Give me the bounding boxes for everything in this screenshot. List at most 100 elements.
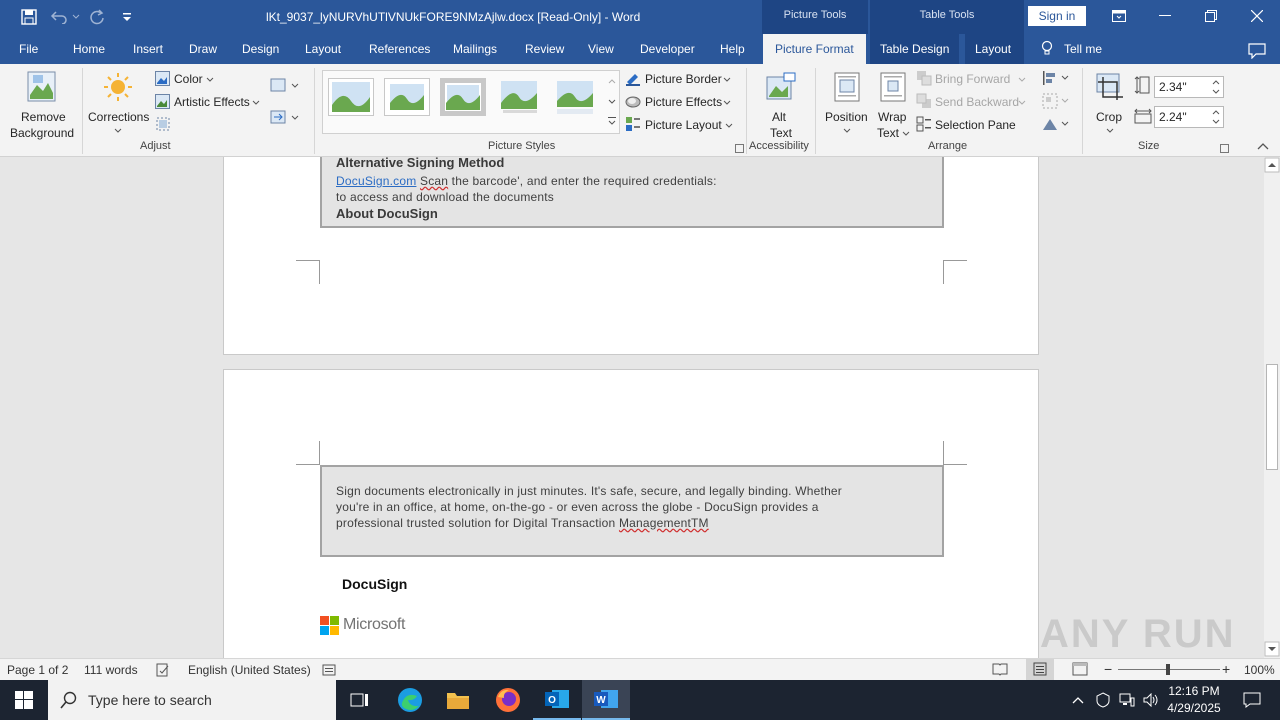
taskbar-word[interactable]: W [582,680,630,720]
proofing-icon[interactable] [156,663,170,677]
size-dialog-launcher-icon[interactable] [1220,144,1229,153]
scroll-down-icon[interactable] [1264,641,1280,657]
scroll-up-icon[interactable] [1264,157,1280,173]
gallery-more-icon[interactable] [606,112,618,130]
redo-icon[interactable] [84,5,110,29]
shape-height-value: 2.34" [1159,80,1187,94]
customize-qat-icon[interactable] [114,5,140,29]
task-view-button[interactable] [336,680,384,720]
crop-button[interactable]: Crop [1090,68,1130,138]
picture-effects-icon [625,96,641,108]
picture-style-1[interactable] [328,78,374,116]
shape-height-input[interactable]: 2.34" [1154,76,1224,98]
print-layout-button[interactable] [1026,659,1054,680]
tab-home[interactable]: Home [73,34,105,64]
close-icon[interactable] [1234,0,1280,32]
rotate-button[interactable] [1042,116,1072,134]
taskbar-clock[interactable]: 12:16 PM 4/29/2025 [1166,683,1222,717]
zoom-slider[interactable] [1118,664,1220,675]
page-indicator[interactable]: Page 1 of 2 [7,663,68,677]
tab-design[interactable]: Design [242,34,279,64]
taskbar-search-box[interactable]: Type here to search [48,680,336,720]
sign-in-button[interactable]: Sign in [1028,6,1086,26]
change-picture-button[interactable] [270,108,300,128]
zoom-level[interactable]: 100% [1244,663,1275,677]
gallery-scroll-down-icon[interactable] [606,92,618,110]
ribbon-display-options-icon[interactable] [1096,0,1142,32]
gallery-scroll-up-icon[interactable] [606,72,618,90]
tab-references[interactable]: References [369,34,430,64]
group-button[interactable] [1042,93,1072,111]
volume-icon[interactable] [1140,680,1162,720]
show-hidden-icons[interactable] [1066,680,1090,720]
picture-style-5[interactable] [552,78,598,116]
tab-help[interactable]: Help [720,34,745,64]
selection-pane-button[interactable]: Selection Pane [916,116,1028,134]
alt-text-label-2: Text [770,126,793,140]
send-backward-button[interactable]: Send Backward [916,93,1028,111]
scroll-thumb[interactable] [1266,364,1278,470]
tab-view[interactable]: View [588,34,614,64]
picture-styles-dialog-launcher-icon[interactable] [735,144,744,153]
position-button[interactable]: Position [822,68,872,138]
language-indicator[interactable]: English (United States) [188,663,311,677]
chevron-down-icon [902,131,910,136]
picture-style-thumbnail-icon [501,81,537,113]
undo-dropdown-icon[interactable] [70,5,82,29]
web-layout-icon[interactable] [1072,662,1088,676]
tab-table-design[interactable]: Table Design [870,34,960,64]
reset-picture-button[interactable] [157,116,158,117]
transparency-button[interactable] [155,116,173,134]
start-button[interactable] [0,680,48,720]
minimize-icon[interactable] [1142,0,1188,32]
tab-review[interactable]: Review [525,34,564,64]
artistic-effects-button[interactable]: Artistic Effects [155,93,265,111]
restore-icon[interactable] [1188,0,1234,32]
network-icon[interactable] [1116,680,1138,720]
picture-style-2[interactable] [384,78,430,116]
notifications-icon[interactable] [1232,680,1272,720]
read-mode-icon[interactable] [992,662,1008,676]
picture-style-4[interactable] [496,78,542,116]
alt-text-button[interactable]: Alt Text [758,68,804,140]
word-count[interactable]: 111 words [84,663,138,677]
taskbar-outlook[interactable]: O [533,680,581,720]
save-icon[interactable] [16,5,42,29]
corrections-label: Corrections [88,110,150,124]
tab-mailings[interactable]: Mailings [453,34,497,64]
tab-draw[interactable]: Draw [189,34,217,64]
taskbar-file-explorer[interactable] [434,680,482,720]
zoom-in-button[interactable]: + [1222,661,1230,677]
collapse-ribbon-icon[interactable] [1256,140,1272,154]
tab-developer[interactable]: Developer [640,34,695,64]
spinner-arrows-icon[interactable] [1211,108,1221,126]
zoom-out-button[interactable]: − [1104,661,1112,677]
tab-picture-format[interactable]: Picture Format [763,34,866,64]
picture-border-button[interactable]: Picture Border [625,70,737,88]
tab-table-layout[interactable]: Layout [965,34,1024,64]
corrections-button[interactable]: Corrections [86,68,150,138]
undo-icon[interactable] [46,5,72,29]
spinner-arrows-icon[interactable] [1211,78,1221,96]
wrap-text-button[interactable]: Wrap Text [874,68,914,140]
picture-style-3[interactable] [440,78,486,116]
tray-security-icon[interactable] [1092,680,1114,720]
taskbar-firefox[interactable] [484,680,532,720]
compress-pictures-button[interactable] [270,76,300,96]
vertical-scrollbar[interactable] [1264,157,1280,658]
taskbar-edge[interactable] [386,680,434,720]
shape-width-input[interactable]: 2.24" [1154,106,1224,128]
accessibility-icon[interactable] [322,663,336,677]
zoom-slider-thumb[interactable] [1166,664,1170,675]
tab-file[interactable]: File [19,34,38,64]
picture-layout-button[interactable]: Picture Layout [625,116,737,134]
tab-insert[interactable]: Insert [133,34,163,64]
tab-layout[interactable]: Layout [305,34,341,64]
align-button[interactable] [1042,70,1072,88]
picture-effects-button[interactable]: Picture Effects [625,93,737,111]
remove-background-button[interactable]: Remove Background [6,68,78,140]
color-button[interactable]: Color [155,70,225,88]
tell-me-search[interactable]: Tell me [1040,34,1102,64]
docusign-link[interactable]: DocuSign.com [336,174,416,188]
bring-forward-button[interactable]: Bring Forward [916,70,1028,88]
